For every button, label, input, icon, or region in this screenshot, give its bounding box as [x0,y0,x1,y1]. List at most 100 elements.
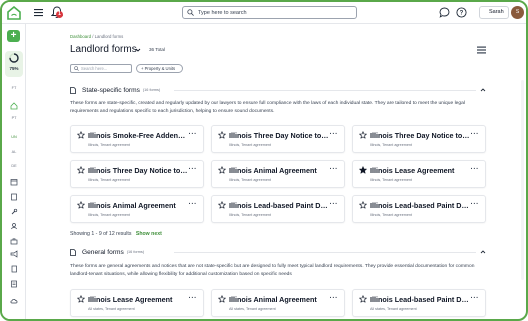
star-icon[interactable] [77,201,85,209]
general-forms-header[interactable]: General forms (16 forms) [70,247,490,257]
form-card-subtitle: Illinois, Tenant agreement [370,213,412,217]
form-card-title: Illinois Smoke-Free Addendum [88,131,188,140]
calculator-icon[interactable] [10,193,18,201]
chevron-down-icon[interactable] [135,47,141,53]
notes-icon[interactable] [10,280,18,288]
sidebar-item-de[interactable]: DE [2,164,26,168]
total-count: 36 Total [149,47,166,52]
sidebar-item-pt[interactable]: PT [2,116,26,120]
form-card[interactable]: Illinois Lead-based Paint Disclosure All … [352,289,486,317]
section-title: State-specific forms [82,86,140,94]
star-icon[interactable] [359,295,367,303]
sidebar: + 75% FT PT UN AL DE [2,24,26,319]
more-options-icon[interactable]: ··· [189,295,198,302]
home-icon[interactable] [10,102,18,110]
global-search-input[interactable]: Type here to search [182,6,357,19]
form-card[interactable]: Illinois Lead-based Paint Disclosure Illi… [211,195,345,223]
form-card-title: Illinois Animal Agreement [88,201,176,210]
form-card[interactable]: Illinois Three Day Notice to Pay Illinois… [70,160,204,188]
section-description: These forms are state-specific, created … [70,101,465,114]
more-options-icon[interactable]: ··· [330,201,339,208]
form-card[interactable]: Illinois Lead-based Paint Disclosure Illi… [352,195,486,223]
more-options-icon[interactable]: ··· [330,295,339,302]
wrench-icon[interactable] [10,208,18,216]
pagination-info: Showing 1 - 9 of 12 results Show next [70,231,162,237]
menu-icon[interactable] [34,8,43,17]
property-units-filter[interactable]: + Property & Units [136,64,183,73]
form-card[interactable]: Illinois Three Day Notice to Pay Illinois… [352,125,486,153]
onboarding-progress[interactable]: 75% [5,51,23,77]
showing-text: Showing 1 - 9 of 12 results [70,231,132,237]
show-next-link[interactable]: Show next [136,231,162,237]
section-description: These forms are general agreements and n… [70,264,475,277]
top-bar: 1 Type here to search ? Sarah S [2,2,526,24]
home-logo-icon[interactable] [7,6,21,20]
more-options-icon[interactable]: ··· [189,201,198,208]
page-title[interactable]: Landlord forms [70,44,137,55]
document-icon[interactable] [10,265,18,273]
star-icon[interactable] [218,295,226,303]
breadcrumb: Dashboard / Landlord forms [70,34,123,39]
add-button[interactable]: + [7,30,20,42]
divider [174,252,476,253]
megaphone-icon[interactable] [10,250,18,258]
forms-search-input[interactable]: Search here... [70,64,132,73]
breadcrumb-dashboard[interactable]: Dashboard [70,34,91,39]
star-icon[interactable] [77,131,85,139]
search-icon [187,9,194,16]
chevron-up-icon[interactable] [480,87,486,93]
form-card-title: Illinois Animal Agreement [229,166,317,175]
form-card[interactable]: Illinois Animal Agreement Illinois, Tenan… [211,160,345,188]
star-icon[interactable] [77,166,85,174]
form-card-title: Illinois Lead-based Paint Disclosure [370,201,470,210]
form-card[interactable]: Illinois Lease Agreement All states, Tena… [70,289,204,317]
chevron-up-icon[interactable] [480,249,486,255]
star-icon[interactable] [218,166,226,174]
form-card[interactable]: Illinois Smoke-Free Addendum Illinois, Te… [70,125,204,153]
more-options-icon[interactable]: ··· [189,166,198,173]
more-options-icon[interactable]: ··· [189,131,198,138]
more-options-icon[interactable]: ··· [471,166,480,173]
sidebar-item-un[interactable]: UN [2,135,26,139]
progress-ring-icon [9,53,19,63]
help-icon[interactable]: ? [456,7,467,18]
chat-icon[interactable] [439,7,450,18]
people-icon[interactable] [10,222,18,230]
filter-chip-label: Property & Units [144,66,176,71]
form-card-title: Illinois Lease Agreement [88,295,173,304]
more-options-icon[interactable]: ··· [471,295,480,302]
form-card-subtitle: Illinois, Tenant agreement [88,213,130,217]
scrollbar[interactable] [521,80,524,280]
more-options-icon[interactable]: ··· [471,201,480,208]
star-icon[interactable] [359,166,367,174]
star-icon[interactable] [359,131,367,139]
form-card-subtitle: All states, Tenant agreement [229,307,276,311]
section-count: (16 forms) [142,88,161,92]
form-card-title: Illinois Three Day Notice to Pay [88,166,188,175]
form-card-title: Illinois Lead-based Paint Disclosure [229,201,329,210]
more-options-icon[interactable]: ··· [471,131,480,138]
more-options-icon[interactable]: ··· [330,166,339,173]
star-icon[interactable] [77,295,85,303]
calendar-icon[interactable] [10,178,18,186]
state-forms-header[interactable]: State-specific forms (16 forms) [70,85,490,95]
cloud-icon[interactable] [10,297,18,305]
sidebar-item-al[interactable]: AL [2,150,26,154]
star-icon[interactable] [218,131,226,139]
form-card[interactable]: Illinois Animal Agreement Illinois, Tenan… [70,195,204,223]
form-card[interactable]: Illinois Lease Agreement Illinois, Tenant… [352,160,486,188]
app-window: 1 Type here to search ? Sarah S + 75% FT… [0,0,528,321]
form-card-title: Illinois Lead-based Paint Disclosure [370,295,470,304]
user-name: Sarah [489,9,504,15]
breadcrumb-current: Landlord forms [94,34,124,39]
form-card[interactable]: Illinois Three Day Notice to Pay Illinois… [211,125,345,153]
sidebar-item-ft[interactable]: FT [2,86,26,90]
star-icon[interactable] [218,201,226,209]
tools-icon[interactable] [10,237,18,245]
form-card[interactable]: Illinois Animal Agreement All states, Ten… [211,289,345,317]
more-options-icon[interactable]: ··· [330,131,339,138]
list-view-icon[interactable] [477,46,486,54]
user-menu-button[interactable]: Sarah [479,6,509,19]
star-icon[interactable] [359,201,367,209]
avatar[interactable]: S [511,6,524,19]
